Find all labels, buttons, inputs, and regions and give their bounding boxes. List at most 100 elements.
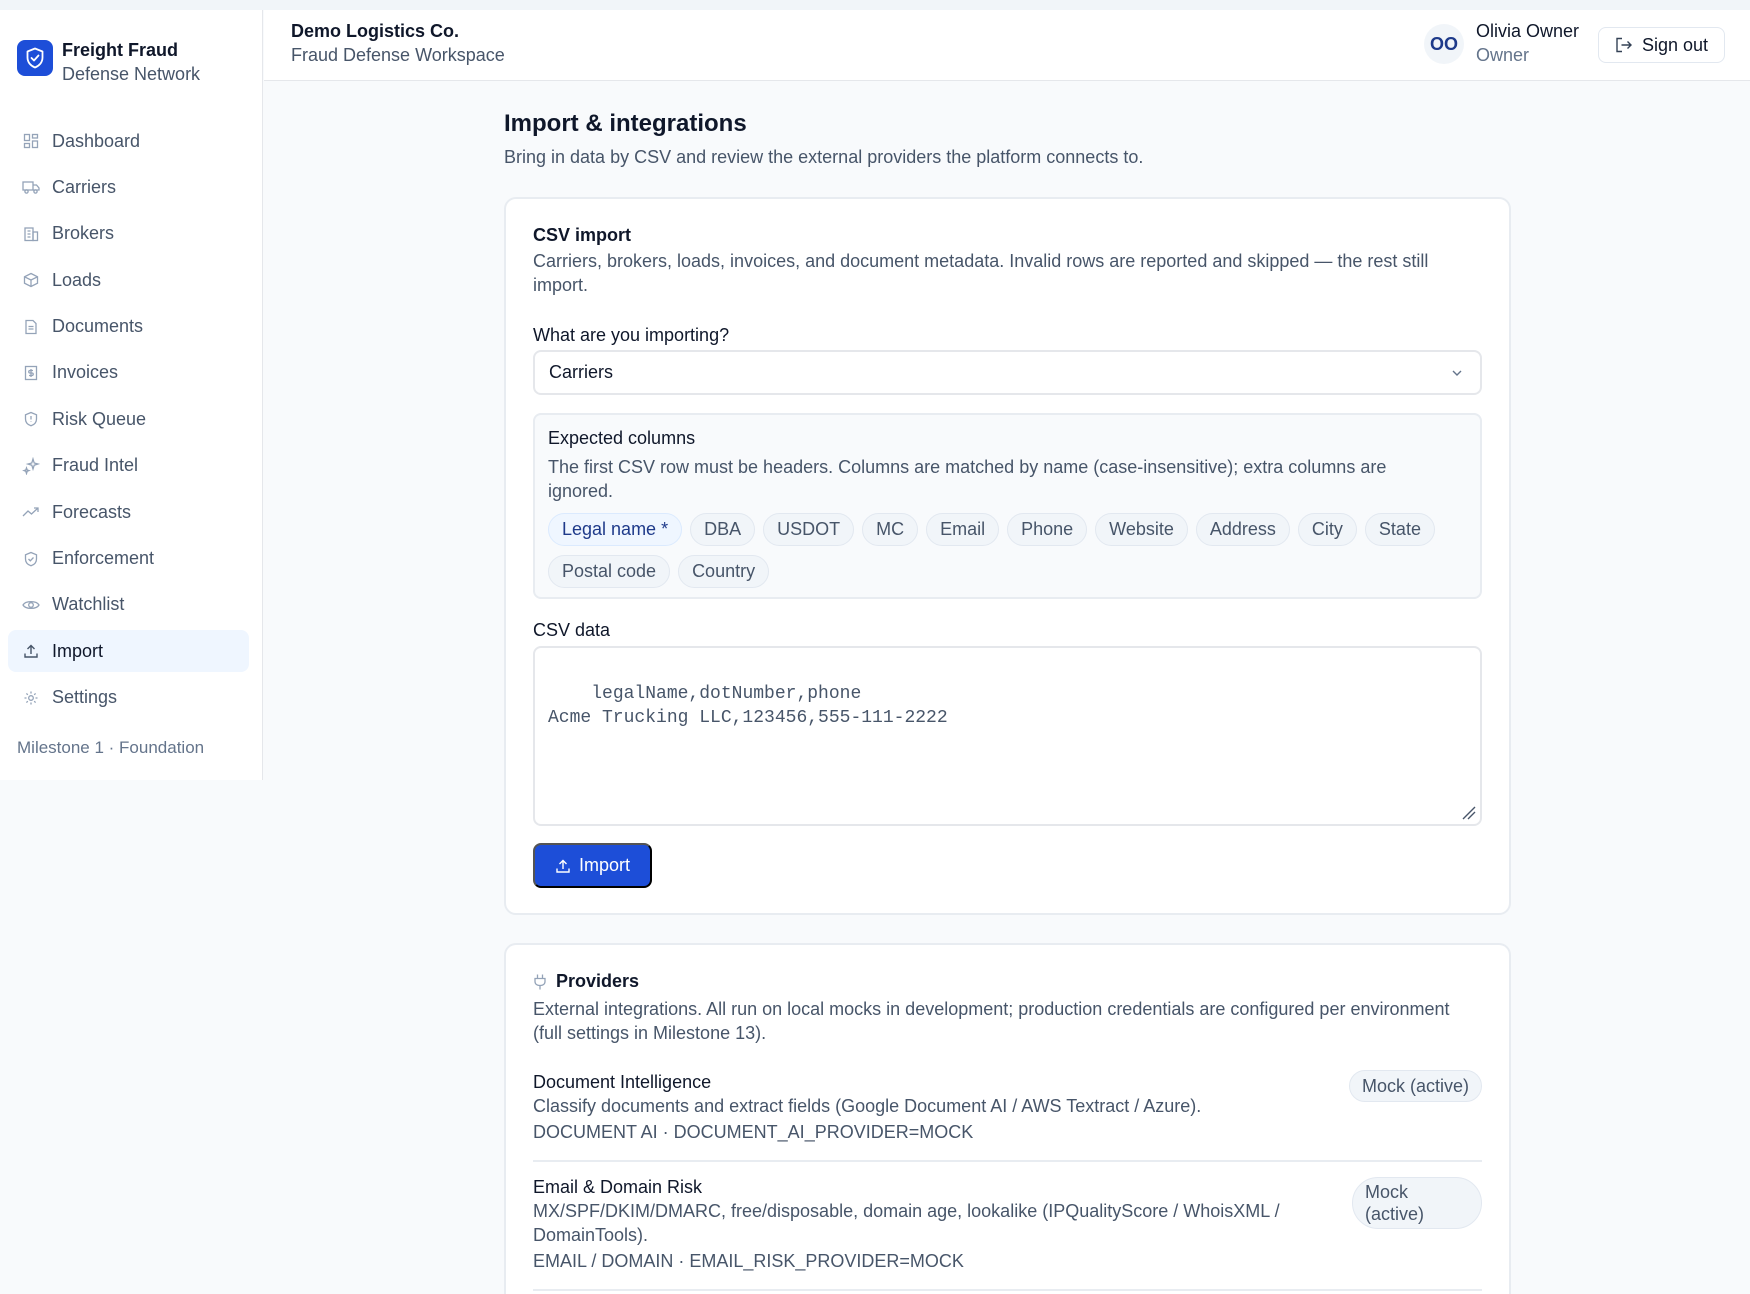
- provider-row: Email & Domain Risk MX/SPF/DKIM/DMARC, f…: [533, 1175, 1482, 1273]
- sidebar-item-label: Import: [52, 640, 104, 661]
- sidebar-item-enforcement[interactable]: Enforcement: [8, 538, 249, 580]
- csv-data-placeholder: legalName,dotNumber,phone Acme Trucking …: [548, 684, 948, 728]
- expected-columns-box: Expected columns The first CSV row must …: [533, 413, 1482, 599]
- column-chip-usdot: USDOT: [763, 513, 855, 546]
- provider-description: Classify documents and extract fields (G…: [533, 1096, 1202, 1116]
- sidebar-item-label: Enforcement: [52, 548, 155, 569]
- milestone-label: Milestone 1 · Foundation: [17, 738, 205, 757]
- user-name: Olivia Owner: [1476, 21, 1580, 41]
- sign-out-label: Sign out: [1641, 34, 1709, 55]
- building-icon: [22, 225, 40, 243]
- brand[interactable]: Freight Fraud Defense Network: [17, 38, 200, 86]
- import-button[interactable]: Import: [533, 843, 652, 888]
- sidebar-item-label: Invoices: [52, 362, 119, 383]
- trend-icon: [22, 503, 40, 521]
- sidebar-item-settings[interactable]: Settings: [8, 677, 249, 719]
- provider-code: EMAIL / DOMAIN · EMAIL_RISK_PROVIDER=MOC…: [533, 1251, 964, 1271]
- chevron-down-icon: [1452, 370, 1462, 376]
- sidebar-item-risk-queue[interactable]: Risk Queue: [8, 398, 249, 440]
- sidebar-item-label: Brokers: [52, 223, 115, 244]
- provider-row: Document Intelligence Classify documents…: [533, 1070, 1482, 1144]
- avatar[interactable]: OO: [1424, 24, 1464, 64]
- gear-icon: [22, 689, 40, 707]
- sidebar-item-label: Fraud Intel: [52, 455, 139, 476]
- import-type-value: Carriers: [549, 362, 614, 382]
- column-chip-dba: DBA: [690, 513, 756, 546]
- sidebar-item-documents[interactable]: Documents: [8, 306, 249, 348]
- expected-columns-description: The first CSV row must be headers. Colum…: [548, 457, 1387, 501]
- csv-import-description: Carriers, brokers, loads, invoices, and …: [533, 251, 1429, 295]
- sidebar-item-dashboard[interactable]: Dashboard: [8, 120, 249, 162]
- csv-data-textarea[interactable]: legalName,dotNumber,phone Acme Trucking …: [533, 646, 1482, 826]
- org-name: Demo Logistics Co.: [291, 21, 460, 41]
- import-type-label: What are you importing?: [533, 325, 730, 345]
- page-title: Import & integrations: [504, 110, 747, 137]
- document-icon: [22, 318, 40, 336]
- shield-check-icon: [22, 550, 40, 568]
- csv-data-label: CSV data: [533, 620, 611, 640]
- top-header: Demo Logistics Co. Fraud Defense Workspa…: [264, 10, 1750, 81]
- column-chip-mc: MC: [862, 513, 919, 546]
- providers-description: External integrations. All run on local …: [533, 999, 1450, 1043]
- import-type-select[interactable]: Carriers: [533, 350, 1482, 395]
- page-subtitle: Bring in data by CSV and review the exte…: [504, 147, 1144, 167]
- provider-code: DOCUMENT AI · DOCUMENT_AI_PROVIDER=MOCK: [533, 1122, 974, 1142]
- shield-logo-icon: [17, 40, 53, 76]
- eye-icon: [22, 596, 40, 614]
- sidebar: Freight Fraud Defense Network Dashboard …: [0, 10, 263, 780]
- status-badge: Mock (active): [1348, 1070, 1482, 1102]
- divider: [533, 1160, 1482, 1162]
- sidebar-item-label: Documents: [52, 316, 144, 337]
- providers-card: Providers External integrations. All run…: [504, 943, 1511, 1294]
- provider-description: MX/SPF/DKIM/DMARC, free/disposable, doma…: [533, 1201, 1280, 1245]
- column-chip-legal-name: Legal name *: [548, 513, 683, 546]
- column-chip-phone: Phone: [1007, 513, 1088, 546]
- truck-icon: [22, 178, 40, 196]
- brand-name: Freight Fraud: [62, 40, 178, 60]
- upload-icon: [556, 859, 570, 873]
- column-chip-city: City: [1297, 513, 1357, 546]
- column-chip-country: Country: [678, 555, 770, 588]
- sidebar-item-label: Risk Queue: [52, 408, 147, 429]
- sparkle-icon: [22, 456, 40, 475]
- sidebar-item-import[interactable]: Import: [8, 630, 249, 673]
- provider-name: Document Intelligence: [533, 1072, 712, 1092]
- org-subtitle: Fraud Defense Workspace: [291, 45, 505, 65]
- dashboard-icon: [22, 132, 40, 150]
- sidebar-item-carriers[interactable]: Carriers: [8, 166, 249, 208]
- sidebar-item-label: Settings: [52, 687, 118, 708]
- sidebar-item-label: Loads: [52, 269, 102, 290]
- csv-import-card: CSV import Carriers, brokers, loads, inv…: [504, 197, 1511, 915]
- sidebar-item-forecasts[interactable]: Forecasts: [8, 491, 249, 533]
- sign-out-icon: [1616, 37, 1632, 53]
- sidebar-item-label: Dashboard: [52, 130, 141, 151]
- sidebar-item-brokers[interactable]: Brokers: [8, 213, 249, 255]
- column-chips: Legal name * DBA USDOT MC Email Phone We…: [548, 513, 1468, 588]
- column-chip-address: Address: [1195, 513, 1290, 546]
- csv-import-title: CSV import: [533, 225, 632, 245]
- divider: [533, 1289, 1482, 1291]
- sidebar-item-invoices[interactable]: Invoices: [8, 352, 249, 394]
- sidebar-nav: Dashboard Carriers Brokers Loads Documen…: [8, 120, 249, 723]
- sidebar-item-label: Forecasts: [52, 501, 132, 522]
- package-icon: [22, 271, 40, 289]
- status-badge: Mock (active): [1352, 1177, 1482, 1229]
- top-strip: [0, 0, 1750, 10]
- sidebar-item-loads[interactable]: Loads: [8, 259, 249, 301]
- column-chip-postal-code: Postal code: [548, 555, 671, 588]
- column-chip-email: Email: [926, 513, 1000, 546]
- resize-grip-icon[interactable]: [1460, 804, 1476, 820]
- receipt-icon: [22, 364, 40, 382]
- plug-icon: [534, 974, 546, 989]
- sign-out-button[interactable]: Sign out: [1598, 27, 1725, 63]
- sidebar-item-watchlist[interactable]: Watchlist: [8, 584, 249, 626]
- column-chip-state: State: [1364, 513, 1435, 546]
- upload-icon: [22, 642, 40, 660]
- expected-columns-title: Expected columns: [548, 428, 696, 448]
- user-role: Owner: [1476, 45, 1530, 65]
- sidebar-item-label: Carriers: [52, 176, 117, 197]
- sidebar-item-fraud-intel[interactable]: Fraud Intel: [8, 445, 249, 487]
- provider-name: Email & Domain Risk: [533, 1177, 703, 1197]
- import-button-label: Import: [578, 855, 630, 875]
- shield-alert-icon: [22, 410, 40, 428]
